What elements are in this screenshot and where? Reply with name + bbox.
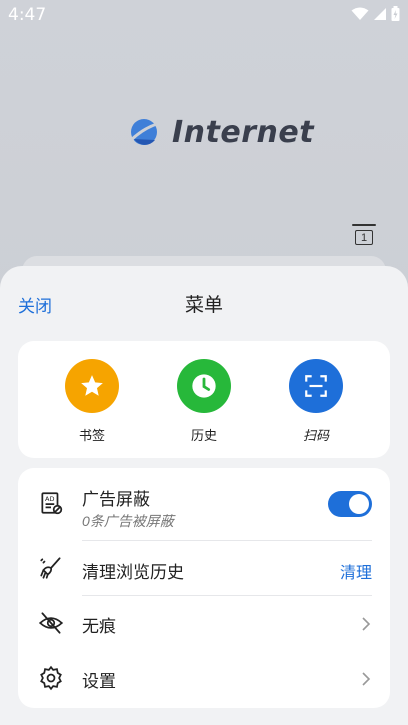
clock-icon [192,374,216,398]
logo-text: Internet [172,114,315,150]
history-button[interactable]: 历史 [164,359,244,444]
gear-icon [40,665,62,691]
clear-history-title: 清理浏览历史 [82,563,184,582]
tab-switcher-button[interactable]: 1 [352,224,376,246]
tab-count-badge: 1 [355,230,373,245]
scan-circle [289,359,343,413]
bookmarks-circle [65,359,119,413]
scan-label: 扫码 [302,428,329,443]
menu-sheet: 关闭 菜单 书签 历史 扫码 AD 广告屏蔽 0条广告被屏蔽 清理浏览历史 清理… [0,266,408,725]
planet-icon [129,119,158,145]
star-icon [81,375,103,396]
chevron-right-icon [362,672,371,686]
settings-title: 设置 [82,672,116,691]
ad-block-title: 广告屏蔽 [82,490,150,509]
eye-off-icon [38,612,64,634]
history-label: 历史 [190,428,217,443]
scan-icon [305,375,327,397]
scan-button[interactable]: 扫码 [276,359,356,444]
status-time: 4:47 [8,5,47,25]
status-bar: 4:47 [0,0,408,30]
quick-actions-card: 书签 历史 扫码 [18,341,390,458]
bookmarks-label: 书签 [78,428,105,443]
status-icons [351,6,400,21]
clear-history-row[interactable]: 清理浏览历史 清理 [18,541,390,596]
incognito-row[interactable]: 无痕 [18,596,390,650]
ad-block-subtitle: 0条广告被屏蔽 [82,513,174,529]
menu-header: 关闭 菜单 [0,266,408,338]
settings-list-card: AD 广告屏蔽 0条广告被屏蔽 清理浏览历史 清理 无痕 设置 [18,468,390,708]
broom-icon [40,557,61,579]
battery-icon [391,6,400,21]
wifi-icon [351,7,369,20]
menu-title: 菜单 [184,295,223,316]
ad-block-row: AD 广告屏蔽 0条广告被屏蔽 [18,468,390,541]
history-circle [177,359,231,413]
incognito-title: 无痕 [82,617,116,636]
toggle-knob [349,494,369,514]
ad-block-icon: AD [41,492,63,515]
signal-icon [374,7,386,20]
ad-block-toggle[interactable] [328,491,372,517]
chevron-right-icon [362,617,371,631]
bookmarks-button[interactable]: 书签 [52,359,132,444]
internet-logo: Internet [126,114,314,150]
clear-button[interactable]: 清理 [340,559,372,583]
settings-row[interactable]: 设置 [18,651,390,705]
svg-text:AD: AD [45,495,54,503]
